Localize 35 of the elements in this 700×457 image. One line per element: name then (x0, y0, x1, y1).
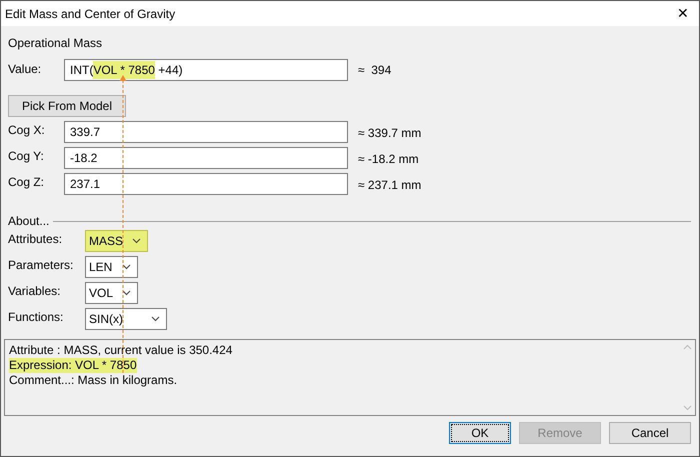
dialog-button[interactable]: OK (449, 422, 511, 444)
dropdown[interactable]: SIN(x) (85, 308, 167, 330)
field-label: Functions: (8, 309, 64, 326)
info-line: Comment...: Mass in kilograms. (9, 373, 178, 388)
chevron-down-icon (151, 316, 160, 322)
field-label: Attributes: (8, 231, 64, 248)
cog-field[interactable]: 339.7 (64, 121, 348, 143)
chevron-down-icon (122, 290, 131, 296)
chevron-down-icon (132, 238, 141, 244)
result-text: ≈ 394 (358, 62, 392, 79)
pick-from-model-button[interactable]: Pick From Model (8, 95, 126, 117)
scroll-up-icon[interactable] (682, 344, 692, 350)
field-label: Variables: (8, 283, 62, 300)
field-label: Value: (8, 61, 42, 78)
field-label: Parameters: (8, 257, 74, 274)
group-title: About... (8, 213, 50, 230)
result-text: ≈ 339.7 mm (358, 125, 422, 142)
dialog-button[interactable]: Cancel (609, 422, 691, 444)
dropdown[interactable]: VOL (85, 282, 138, 304)
result-text: ≈ -18.2 mm (358, 151, 419, 168)
field-label: Cog Y: (8, 148, 45, 165)
chevron-down-icon (122, 264, 131, 270)
section-title: Operational Mass (8, 35, 104, 50)
cog-field[interactable]: -18.2 (64, 147, 348, 169)
cog-field[interactable]: 237.1 (64, 173, 348, 195)
dropdown[interactable]: MASS (85, 230, 148, 252)
field-label: Cog Z: (8, 174, 46, 191)
result-text: ≈ 237.1 mm (358, 177, 422, 194)
dropdown[interactable]: LEN (85, 256, 138, 278)
field-label: Cog X: (8, 122, 46, 139)
info-line: Attribute : MASS, current value is 350.424 (9, 343, 232, 358)
value-field[interactable]: INT(VOL * 7850 +44) (64, 59, 348, 81)
scroll-down-icon[interactable] (682, 405, 692, 411)
window-title: Edit Mass and Center of Gravity (5, 6, 176, 22)
close-button[interactable]: ✕ (667, 1, 699, 26)
